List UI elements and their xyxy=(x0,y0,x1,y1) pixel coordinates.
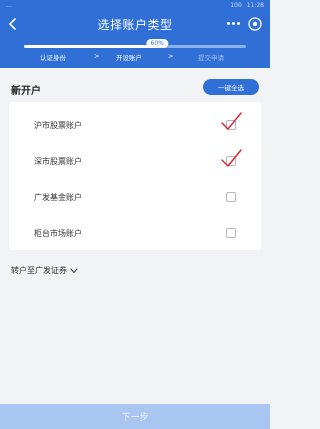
account-row-sh-stock[interactable]: 沪市股票账户 xyxy=(9,106,261,142)
progress-track xyxy=(24,45,246,48)
account-label: 柜台市场账户 xyxy=(34,229,82,238)
more-dots-icon[interactable] xyxy=(226,18,242,30)
header: … 100 11:28 选择账户类型 60% 认证身份 > 开设账户 > 提交申… xyxy=(0,0,270,68)
account-row-otc[interactable]: 柜台市场账户 xyxy=(9,214,261,250)
section-title: 新开户 xyxy=(11,86,41,97)
account-label: 深市股票账户 xyxy=(34,157,82,166)
chevron-left-icon[interactable] xyxy=(6,17,20,31)
transfer-toggle[interactable]: 转户至广发证券 xyxy=(11,265,78,276)
account-row-sz-stock[interactable]: 深市股票账户 xyxy=(9,142,261,178)
next-button[interactable]: 下一步 xyxy=(0,404,270,429)
progress-steps: 认证身份 > 开设账户 > 提交申请 xyxy=(0,52,270,64)
step-submit: 提交申请 xyxy=(198,54,224,62)
status-right: 100 11:28 xyxy=(230,2,264,9)
step-verify-identity: 认证身份 xyxy=(40,54,66,62)
target-icon[interactable] xyxy=(247,16,263,32)
account-checkbox[interactable] xyxy=(226,192,236,202)
status-icons: … xyxy=(6,2,13,9)
select-all-button[interactable]: 一键全选 xyxy=(203,79,259,95)
progress-percent: 60% xyxy=(146,39,168,48)
check-mark-icon xyxy=(221,149,242,167)
account-checkbox[interactable] xyxy=(226,228,236,238)
account-row-gf-fund[interactable]: 广发基金账户 xyxy=(9,178,261,214)
chevron-down-icon xyxy=(70,268,78,273)
progress: 60% 认证身份 > 开设账户 > 提交申请 xyxy=(0,36,270,68)
check-mark-icon xyxy=(221,112,242,130)
step-separator: > xyxy=(94,52,100,60)
account-list: 沪市股票账户 深市股票账户 广发基金账户 柜台市场账户 xyxy=(9,102,261,250)
battery-level: 100 xyxy=(230,2,242,9)
page-title: 选择账户类型 xyxy=(97,18,173,32)
step-separator: > xyxy=(168,52,174,60)
status-time: 11:28 xyxy=(246,2,264,9)
step-open-account: 开设账户 xyxy=(116,54,142,62)
transfer-label: 转户至广发证券 xyxy=(11,266,67,275)
progress-fill xyxy=(24,45,158,48)
account-label: 沪市股票账户 xyxy=(34,121,82,130)
account-label: 广发基金账户 xyxy=(34,193,82,202)
status-bar: … 100 11:28 xyxy=(0,0,270,12)
top-bar: 选择账户类型 xyxy=(0,12,270,36)
